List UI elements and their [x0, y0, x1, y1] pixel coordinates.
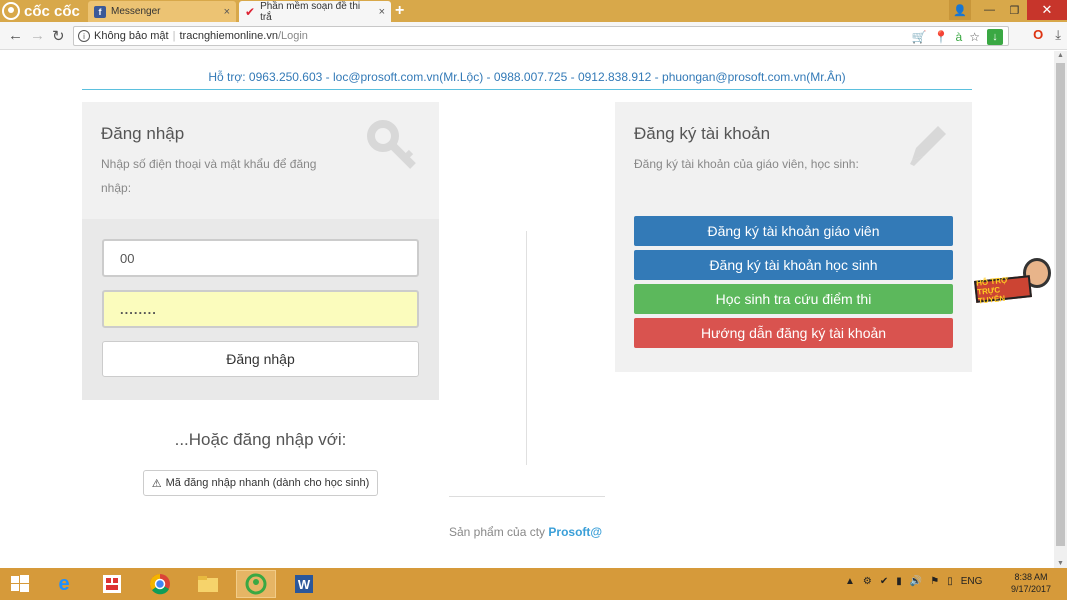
info-icon[interactable]: i: [78, 30, 90, 42]
file-explorer-icon[interactable]: [188, 570, 228, 598]
scroll-down-icon[interactable]: ▼: [1057, 560, 1064, 567]
clock-date: 9/17/2017: [1010, 584, 1051, 594]
windows-taskbar: e W ▲ ⚙ ✔ ▮ 🔊 ⚑ ▯ ENG 8:38 AM 9/17/2017: [0, 568, 1067, 600]
tab-close-icon[interactable]: ×: [379, 6, 385, 18]
pin-icon[interactable]: 📍: [934, 30, 949, 44]
pencil-icon: [904, 120, 952, 180]
register-guide-button[interactable]: Hướng dẫn đăng ký tài khoản: [634, 318, 953, 348]
facebook-icon: f: [94, 5, 106, 18]
quick-login-button[interactable]: ⚠ Mã đăng nhập nhanh (dành cho học sinh): [143, 470, 378, 496]
login-form: 00 ........ Đăng nhập: [82, 219, 439, 400]
tray-check-icon[interactable]: ✔: [880, 576, 888, 587]
star-icon[interactable]: ☆: [969, 30, 980, 44]
phone-input[interactable]: 00: [102, 239, 419, 277]
notification-icon[interactable]: O: [1033, 27, 1043, 43]
network-icon[interactable]: ▮: [896, 576, 902, 587]
reload-button[interactable]: ↻: [52, 27, 65, 45]
new-tab-button[interactable]: +: [395, 2, 404, 20]
window-controls: 👤 — ❐ ✕: [949, 0, 1067, 20]
app-icon[interactable]: [92, 570, 132, 598]
address-bar[interactable]: i Không bảo mật | tracnghiemonline.vn/Lo…: [73, 26, 1009, 46]
login-panel: Đăng nhập Nhập số điện thoại và mật khẩu…: [82, 102, 439, 400]
tab-label: Phần mềm soạn đề thi trắ: [260, 0, 361, 23]
support-info: Hỗ trợ: 0963.250.603 - loc@prosoft.com.v…: [208, 70, 846, 84]
scroll-up-icon[interactable]: ▲: [1057, 52, 1064, 59]
footer-divider: [449, 496, 605, 497]
scrollbar-thumb[interactable]: [1056, 63, 1065, 546]
coccoc-taskbar-icon[interactable]: [236, 570, 276, 598]
register-title: Đăng ký tài khoản: [634, 124, 771, 143]
url-domain: tracnghiemonline.vn: [179, 30, 278, 42]
separator: |: [172, 30, 176, 42]
login-button[interactable]: Đăng nhập: [102, 341, 419, 377]
language-indicator[interactable]: ENG: [961, 576, 983, 587]
downloads-icon[interactable]: ⤓: [1055, 27, 1061, 43]
warning-icon: ⚠: [151, 477, 162, 490]
login-description: Nhập số điện thoại và mật khẩu để đăng n…: [101, 157, 317, 195]
key-icon: [367, 120, 419, 184]
restore-button[interactable]: ❐: [1002, 0, 1027, 20]
tab-close-icon[interactable]: ×: [224, 6, 230, 18]
or-login-label: ...Hoặc đăng nhập với:: [174, 430, 347, 449]
back-button[interactable]: ←: [8, 27, 23, 44]
coccoc-logo[interactable]: cốc cốc: [2, 1, 80, 21]
tray-app-icon[interactable]: ⚙: [863, 576, 872, 587]
footer-brand-link[interactable]: Prosoft@: [548, 525, 602, 539]
coccoc-icon: [2, 2, 20, 20]
check-scores-button[interactable]: Học sinh tra cứu điểm thi: [634, 284, 953, 314]
flag-icon[interactable]: ⚑: [930, 576, 939, 587]
browser-toolbar: ← → ↻ i Không bảo mật | tracnghiemonline…: [0, 22, 1067, 50]
toolbar-right: O ⤓: [1033, 27, 1061, 43]
tab-messenger[interactable]: f Messenger ×: [88, 1, 236, 22]
top-divider: [82, 89, 972, 90]
security-label: Không bảo mật: [94, 30, 169, 42]
clock-time: 8:38 AM: [1014, 572, 1048, 582]
password-input[interactable]: ........: [102, 290, 419, 328]
chrome-icon[interactable]: [140, 570, 180, 598]
footer-text: Sản phẩm của cty: [449, 525, 546, 539]
brand-label: cốc cốc: [24, 2, 80, 20]
footer: Sản phẩm của cty Prosoft@: [449, 525, 602, 539]
battery-icon[interactable]: ▯: [947, 576, 953, 587]
register-student-button[interactable]: Đăng ký tài khoản học sinh: [634, 250, 953, 280]
tab-label: Messenger: [111, 6, 161, 17]
minimize-button[interactable]: —: [977, 0, 1002, 20]
word-icon[interactable]: W: [284, 570, 324, 598]
online-support-label: HỖ TRỢ TRỰC TUYẾN: [974, 275, 1032, 305]
svg-text:W: W: [298, 577, 311, 592]
online-support-widget[interactable]: HỖ TRỢ TRỰC TUYẾN: [974, 256, 1054, 306]
register-teacher-button[interactable]: Đăng ký tài khoản giáo viên: [634, 216, 953, 246]
download-green-icon[interactable]: ↓: [987, 29, 1003, 45]
show-hidden-icons-icon[interactable]: ▲: [845, 576, 855, 587]
tab-login-page[interactable]: ✔ Phần mềm soạn đề thi trắ ×: [239, 0, 391, 23]
start-button[interactable]: [0, 570, 40, 598]
translate-icon[interactable]: à: [956, 30, 963, 44]
close-window-button[interactable]: ✕: [1027, 0, 1067, 20]
vertical-divider: [526, 231, 527, 465]
page-content: Hỗ trợ: 0963.250.603 - loc@prosoft.com.v…: [0, 51, 1054, 568]
register-description: Đăng ký tài khoản của giáo viên, học sin…: [634, 157, 859, 171]
url-path: /Login: [277, 30, 308, 42]
site-favicon-icon: ✔: [245, 4, 256, 19]
cart-icon[interactable]: 🛒: [912, 30, 927, 44]
login-title: Đăng nhập: [101, 124, 185, 143]
page-scrollbar[interactable]: ▲ ▼: [1054, 51, 1067, 568]
browser-titlebar: cốc cốc f Messenger × ✔ Phần mềm soạn đề…: [0, 0, 1067, 23]
quick-login-label: Mã đăng nhập nhanh (dành cho học sinh): [165, 477, 370, 489]
clock[interactable]: 8:38 AM 9/17/2017: [1011, 571, 1051, 595]
volume-icon[interactable]: 🔊: [910, 576, 922, 587]
ie-icon[interactable]: e: [44, 570, 84, 598]
profile-icon[interactable]: 👤: [949, 0, 971, 20]
omnibox-icons: 🛒 📍 à ☆ ↓: [912, 29, 1003, 45]
forward-button[interactable]: →: [30, 27, 45, 44]
register-panel: Đăng ký tài khoản Đăng ký tài khoản của …: [615, 102, 972, 372]
system-tray: ▲ ⚙ ✔ ▮ 🔊 ⚑ ▯ ENG: [845, 576, 982, 587]
